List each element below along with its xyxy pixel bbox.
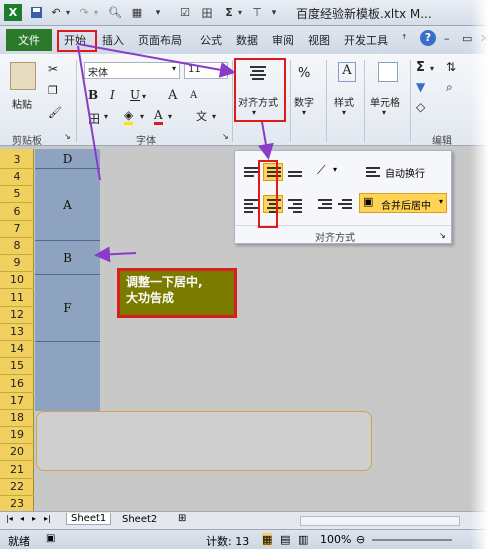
last-sheet-icon[interactable]: ▸|: [44, 514, 51, 523]
status-bar: 就绪 ▣ 计数: 13 ▦ ▤ ▥ 100% ⊖: [0, 529, 500, 549]
macro-record-icon[interactable]: ▣: [46, 533, 55, 544]
normal-view-icon[interactable]: ▦: [262, 533, 273, 546]
zoom-level[interactable]: 100%: [320, 533, 351, 546]
status-ready: 就绪: [8, 535, 30, 548]
arrow-alignment-to-popup: [258, 121, 274, 160]
status-count: 计数: 13: [206, 535, 250, 548]
page-break-view-icon[interactable]: ▥: [298, 533, 308, 546]
next-sheet-icon[interactable]: ▸: [32, 514, 36, 523]
tutorial-arrows: [77, 43, 274, 263]
page-curl: [470, 0, 500, 549]
zoom-out-icon[interactable]: ⊖: [356, 533, 365, 546]
page-layout-view-icon[interactable]: ▤: [280, 533, 290, 546]
sheet-tab-2[interactable]: Sheet2: [122, 514, 157, 525]
horizontal-scrollbar[interactable]: [300, 516, 460, 526]
zoom-slider[interactable]: [372, 539, 452, 541]
sheet-tab-bar: |◂ ◂ ▸ ▸| Sheet1 Sheet2 ⊞: [0, 511, 500, 529]
arrow-home-to-alignment: [77, 43, 236, 78]
insert-sheet-icon[interactable]: ⊞: [178, 513, 186, 524]
arrow-to-cell-b: [94, 246, 137, 263]
prev-sheet-icon[interactable]: ◂: [20, 514, 24, 523]
arrow-home-to-cells: [77, 45, 101, 181]
first-sheet-icon[interactable]: |◂: [6, 514, 13, 523]
sheet-tab-1[interactable]: Sheet1: [66, 513, 112, 525]
